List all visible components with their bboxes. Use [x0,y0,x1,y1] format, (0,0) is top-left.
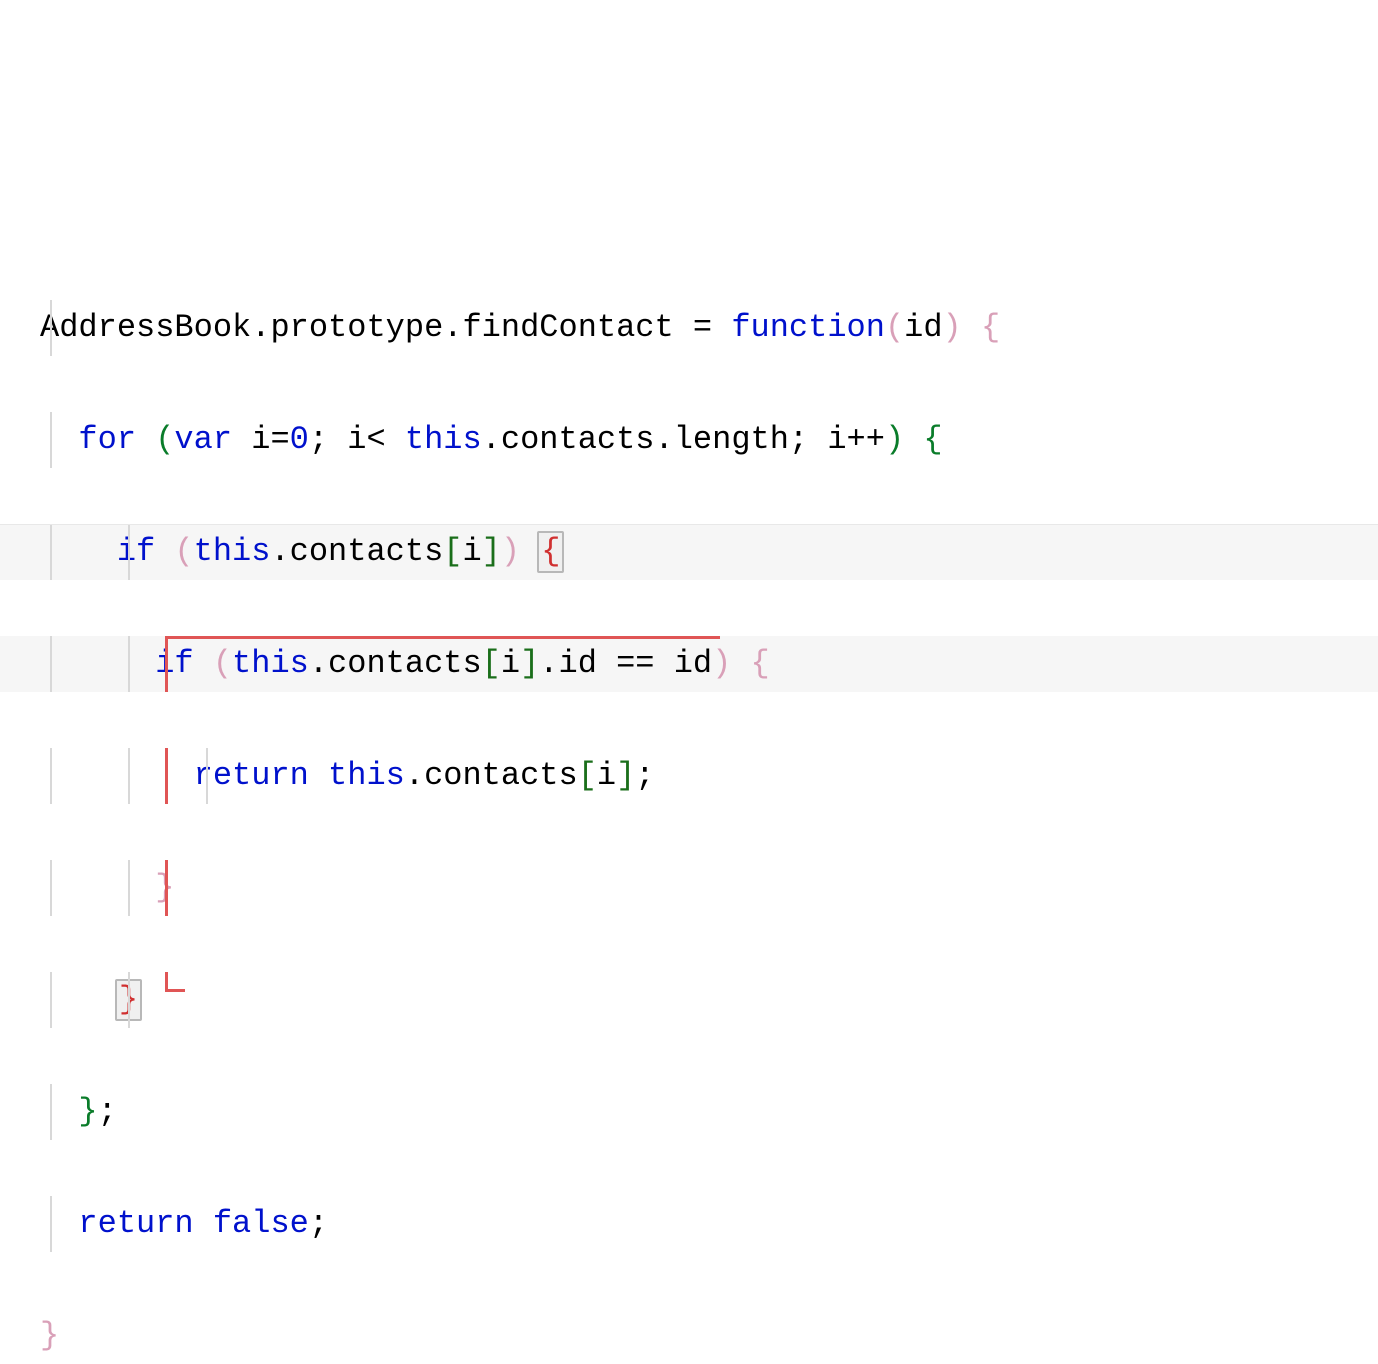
paren: ) [885,421,904,458]
identifier: i [597,757,616,794]
brace: { [541,533,560,570]
semicolon: ; [309,421,328,458]
dot: . [270,533,289,570]
dot: . [482,421,501,458]
semicolon: ; [635,757,654,794]
space [328,421,347,458]
number: 0 [290,421,309,458]
identifier: i [462,533,481,570]
keyword-false: false [213,1205,309,1242]
space [155,533,174,570]
bracket: ] [616,757,635,794]
keyword-this: this [405,421,482,458]
code-line-current: if (this.contacts[i]) { [40,524,1358,580]
code-line: return this.contacts[i]; [40,748,1358,804]
code-line: } [40,860,1358,916]
dot: . [443,309,462,346]
semicolon: ; [309,1205,328,1242]
paren: ) [943,309,962,346]
keyword-this: this [194,533,271,570]
identifier: contacts [290,533,444,570]
code-line: } [40,1308,1358,1364]
bracket: ] [520,645,539,682]
bracket: ] [482,533,501,570]
space [904,421,923,458]
code-line: } [40,972,1358,1028]
keyword-var: var [174,421,232,458]
keyword-if: if [155,645,193,682]
indent [40,1205,78,1242]
operator: < [366,421,404,458]
keyword-if: if [117,533,155,570]
operator: = [674,309,732,346]
space [194,1205,213,1242]
keyword-this: this [328,757,405,794]
operator: = [270,421,289,458]
identifier: AddressBook [40,309,251,346]
paren: ( [213,645,232,682]
keyword-return: return [78,1205,193,1242]
indent [40,421,78,458]
dot: . [655,421,674,458]
brace: { [923,421,942,458]
paren: ) [712,645,731,682]
indent [40,1093,78,1130]
indent [40,645,155,682]
brace: } [78,1093,97,1130]
identifier: i [827,421,846,458]
identifier: contacts [424,757,578,794]
dot: . [405,757,424,794]
identifier: contacts [501,421,655,458]
semicolon: ; [98,1093,117,1130]
paren: ) [501,533,520,570]
code-editor[interactable]: AddressBook.prototype.findContact = func… [40,244,1358,1364]
space [808,421,827,458]
indent [40,869,155,906]
identifier: i [251,421,270,458]
bracket: [ [482,645,501,682]
semicolon: ; [789,421,808,458]
space [136,421,155,458]
keyword-for: for [78,421,136,458]
keyword-function: function [731,309,885,346]
dot: . [251,309,270,346]
dot: . [309,645,328,682]
operator: ++ [847,421,885,458]
paren: ( [885,309,904,346]
operator: == [597,645,674,682]
identifier: i [347,421,366,458]
identifier: i [501,645,520,682]
paren: ( [174,533,193,570]
param: id [904,309,942,346]
identifier: id [674,645,712,682]
matched-brace-open: { [537,531,564,573]
code-line: if (this.contacts[i].id == id) { [40,636,1358,692]
dot: . [539,645,558,682]
keyword-this: this [232,645,309,682]
keyword-return: return [194,757,309,794]
code-line: return false; [40,1196,1358,1252]
space [194,645,213,682]
indent [40,757,194,794]
identifier: contacts [328,645,482,682]
bracket: [ [443,533,462,570]
code-line: }; [40,1084,1358,1140]
identifier: id [558,645,596,682]
space [962,309,981,346]
space [731,645,750,682]
identifier: prototype [270,309,443,346]
code-line: for (var i=0; i< this.contacts.length; i… [40,412,1358,468]
paren: ( [155,421,174,458]
bracket: [ [578,757,597,794]
brace: { [981,309,1000,346]
space [232,421,251,458]
identifier: findContact [462,309,673,346]
brace: { [751,645,770,682]
brace: } [40,1317,59,1354]
identifier: length [674,421,789,458]
code-line: AddressBook.prototype.findContact = func… [40,300,1358,356]
space [309,757,328,794]
